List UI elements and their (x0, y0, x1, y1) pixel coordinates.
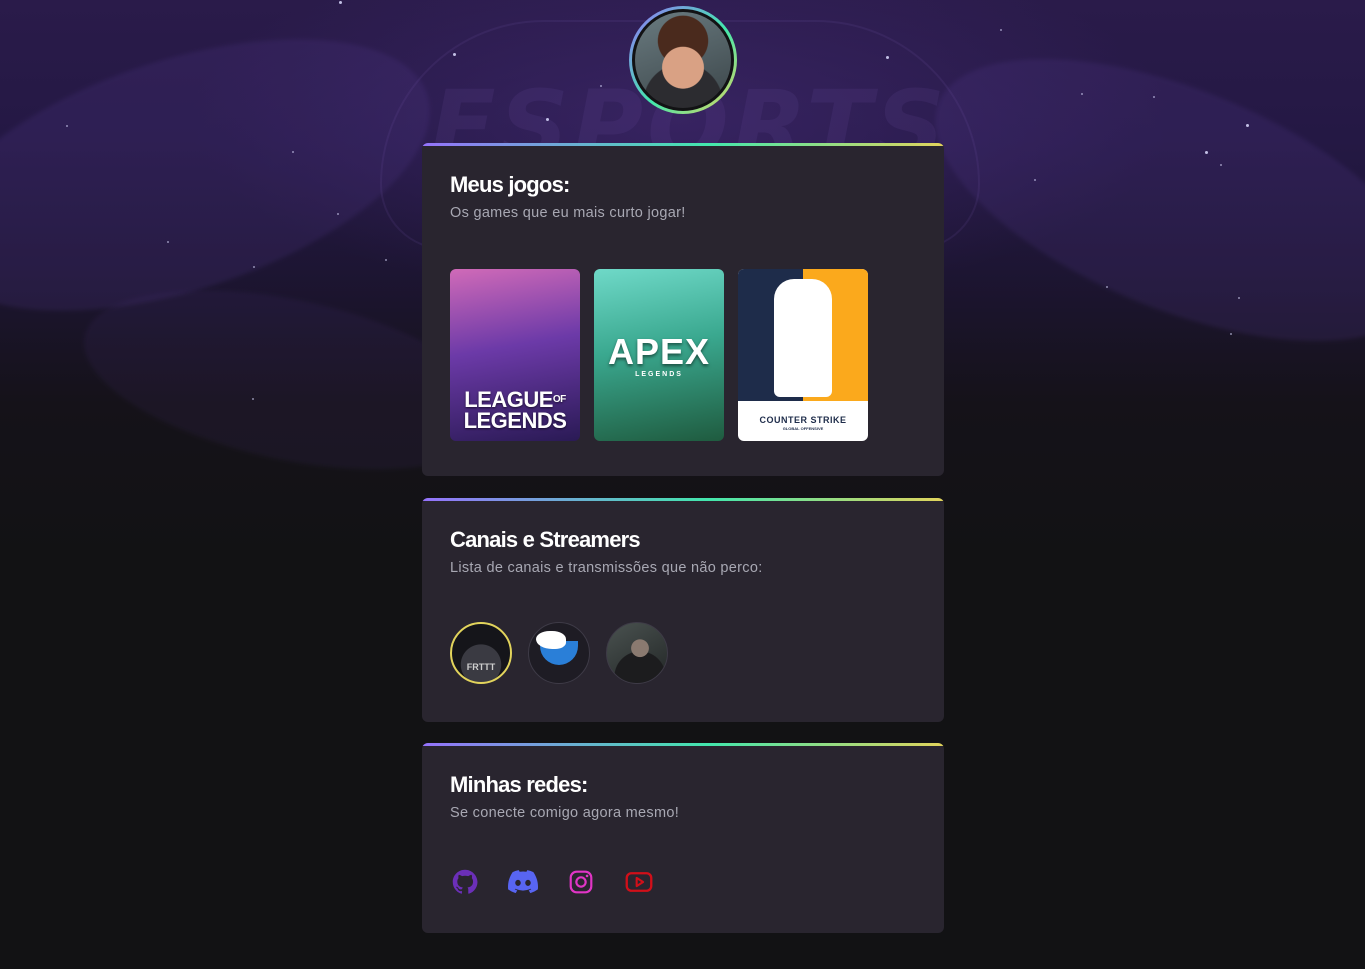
games-card-subtitle: Os games que eu mais curto jogar! (450, 205, 686, 221)
game-cover-subtitle: GLOBAL OFFENSIVE (782, 426, 824, 431)
game-cover-title: LEAGUEOF LEGENDS (450, 389, 580, 433)
instagram-icon (569, 870, 593, 894)
channels-card: Canais e Streamers Lista de canais e tra… (422, 498, 944, 722)
channels-list: FRTTT (450, 622, 668, 684)
channel-avatar-text: FRTTT (466, 662, 496, 672)
github-link[interactable] (450, 867, 480, 897)
game-card-counter-strike[interactable]: COUNTER STRIKE GLOBAL OFFENSIVE (738, 269, 868, 441)
game-card-league-of-legends[interactable]: LEAGUEOF LEGENDS (450, 269, 580, 441)
profile-avatar-ring (629, 6, 737, 114)
channel-avatar[interactable]: FRTTT (450, 622, 512, 684)
profile-avatar (632, 9, 734, 111)
social-links (450, 867, 654, 897)
social-card-subtitle: Se conecte comigo agora mesmo! (450, 805, 680, 821)
winged-shoe-icon (536, 631, 578, 665)
game-cover-text: OF (552, 394, 566, 405)
social-card: Minhas redes: Se conecte comigo agora me… (422, 743, 944, 933)
social-card-title: Minhas redes: (450, 772, 588, 797)
game-cover-title: COUNTER STRIKE (759, 415, 847, 425)
youtube-link[interactable] (624, 867, 654, 897)
channels-card-subtitle: Lista de canais e transmissões que não p… (450, 560, 763, 576)
games-card: Meus jogos: Os games que eu mais curto j… (422, 143, 944, 476)
channel-avatar[interactable] (528, 622, 590, 684)
game-cover-subtitle: LEGENDS (635, 371, 683, 378)
channels-card-title: Canais e Streamers (450, 527, 641, 552)
discord-link[interactable] (508, 867, 538, 897)
game-cover-title: APEX (607, 331, 711, 372)
games-list: LEAGUEOF LEGENDS APEX LEGENDS COUNTER ST… (450, 269, 868, 441)
game-cover-text: LEGENDS (463, 408, 567, 433)
games-card-title: Meus jogos: (450, 172, 570, 197)
channel-avatar[interactable] (606, 622, 668, 684)
youtube-icon (625, 872, 653, 892)
github-icon (452, 869, 478, 894)
game-card-apex-legends[interactable]: APEX LEGENDS (594, 269, 724, 441)
instagram-link[interactable] (566, 867, 596, 897)
soldier-silhouette-icon (774, 279, 832, 397)
discord-icon (508, 870, 538, 894)
